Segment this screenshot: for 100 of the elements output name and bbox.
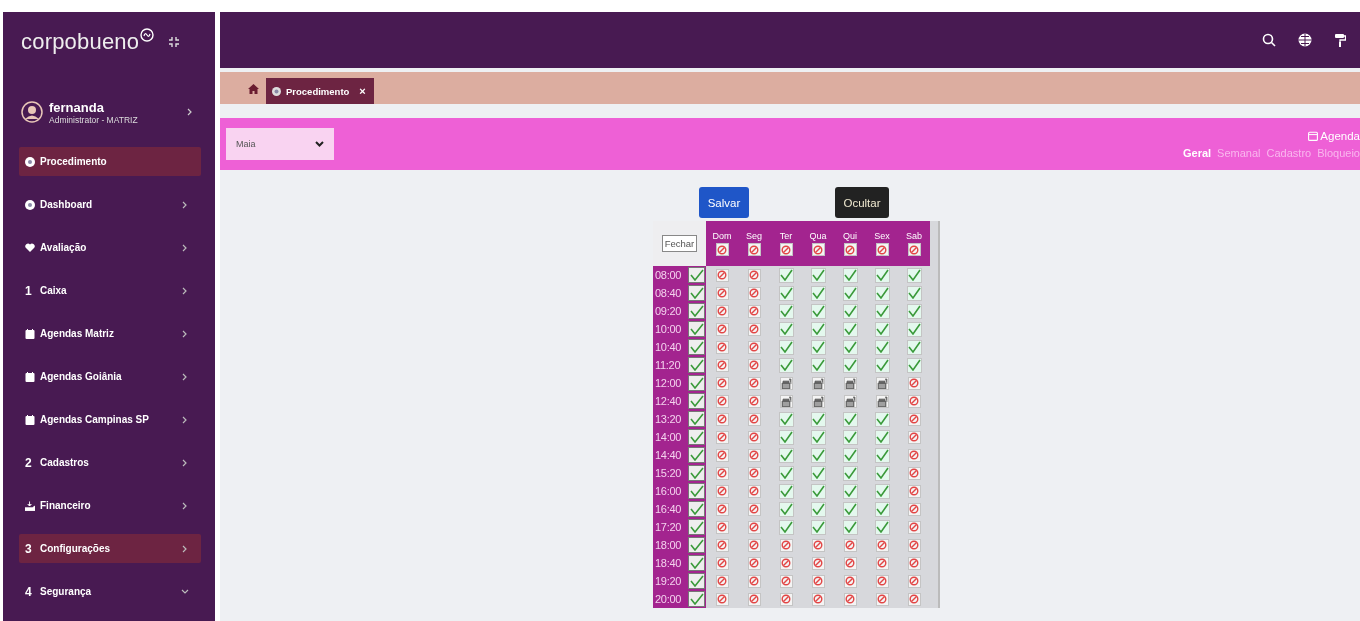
check-icon[interactable] (778, 339, 794, 355)
blocked-icon[interactable] (715, 430, 729, 444)
blocked-icon[interactable] (907, 430, 921, 444)
blocked-icon[interactable] (747, 520, 761, 534)
sidebar-item[interactable]: 1 Caixa (19, 276, 201, 305)
check-icon[interactable] (842, 465, 858, 481)
check-icon[interactable] (874, 465, 890, 481)
row-checkbox[interactable] (688, 447, 705, 463)
blocked-icon[interactable] (907, 592, 921, 606)
blocked-icon[interactable] (747, 502, 761, 516)
check-icon[interactable] (778, 303, 794, 319)
check-icon[interactable] (906, 339, 922, 355)
check-icon[interactable] (842, 411, 858, 427)
sidebar-item[interactable]: 2 Cadastros (19, 448, 201, 477)
check-icon[interactable] (778, 501, 794, 517)
row-checkbox[interactable] (688, 519, 705, 535)
globe-icon[interactable] (1298, 33, 1312, 47)
row-checkbox[interactable] (688, 357, 705, 373)
blocked-icon[interactable] (747, 243, 761, 256)
check-icon[interactable] (778, 447, 794, 463)
paint-roller-icon[interactable] (1334, 32, 1346, 48)
check-icon[interactable] (810, 447, 826, 463)
sidebar-item[interactable]: 4 Segurança (19, 577, 201, 606)
blocked-icon[interactable] (875, 243, 889, 256)
blocked-icon[interactable] (779, 556, 793, 570)
blocked-icon[interactable] (907, 574, 921, 588)
check-icon[interactable] (842, 357, 858, 373)
blocked-icon[interactable] (779, 574, 793, 588)
blocked-icon[interactable] (715, 340, 729, 354)
building-icon[interactable] (779, 376, 793, 390)
check-icon[interactable] (810, 303, 826, 319)
professional-select[interactable]: Maia (226, 128, 334, 160)
blocked-icon[interactable] (715, 394, 729, 408)
blocked-icon[interactable] (779, 592, 793, 606)
home-icon[interactable] (248, 84, 259, 94)
row-checkbox[interactable] (688, 591, 705, 607)
building-icon[interactable] (875, 376, 889, 390)
sidebar-item[interactable]: Procedimento (19, 147, 201, 176)
check-icon[interactable] (842, 339, 858, 355)
blocked-icon[interactable] (747, 286, 761, 300)
check-icon[interactable] (778, 357, 794, 373)
blocked-icon[interactable] (875, 592, 889, 606)
blocked-icon[interactable] (747, 268, 761, 282)
blocked-icon[interactable] (715, 520, 729, 534)
blocked-icon[interactable] (811, 592, 825, 606)
check-icon[interactable] (874, 429, 890, 445)
check-icon[interactable] (874, 519, 890, 535)
blocked-icon[interactable] (747, 340, 761, 354)
sidebar-item[interactable]: 3 Configurações (19, 534, 201, 563)
check-icon[interactable] (906, 267, 922, 283)
check-icon[interactable] (842, 519, 858, 535)
blocked-icon[interactable] (907, 376, 921, 390)
sidebar-item[interactable]: Agendas Goiânia (19, 362, 201, 391)
blocked-icon[interactable] (747, 574, 761, 588)
blocked-icon[interactable] (715, 376, 729, 390)
check-icon[interactable] (842, 267, 858, 283)
check-icon[interactable] (842, 303, 858, 319)
check-icon[interactable] (842, 429, 858, 445)
row-checkbox[interactable] (688, 483, 705, 499)
check-icon[interactable] (842, 285, 858, 301)
row-checkbox[interactable] (688, 393, 705, 409)
user-menu[interactable]: fernanda Administrator - MATRIZ (21, 80, 201, 144)
blocked-icon[interactable] (843, 592, 857, 606)
collapse-icon[interactable] (168, 36, 181, 48)
building-icon[interactable] (843, 394, 857, 408)
check-icon[interactable] (810, 483, 826, 499)
blocked-icon[interactable] (875, 574, 889, 588)
building-icon[interactable] (843, 376, 857, 390)
blocked-icon[interactable] (747, 304, 761, 318)
blocked-icon[interactable] (907, 448, 921, 462)
check-icon[interactable] (810, 321, 826, 337)
check-icon[interactable] (778, 321, 794, 337)
blocked-icon[interactable] (715, 448, 729, 462)
blocked-icon[interactable] (843, 556, 857, 570)
check-icon[interactable] (842, 501, 858, 517)
sidebar-item[interactable]: Financeiro (19, 491, 201, 520)
blocked-icon[interactable] (779, 243, 793, 256)
check-icon[interactable] (874, 501, 890, 517)
blocked-icon[interactable] (875, 556, 889, 570)
blocked-icon[interactable] (715, 243, 729, 256)
check-icon[interactable] (810, 267, 826, 283)
blocked-icon[interactable] (715, 412, 729, 426)
blocked-icon[interactable] (715, 502, 729, 516)
tab[interactable]: Procedimento × (266, 78, 374, 104)
blocked-icon[interactable] (907, 484, 921, 498)
blocked-icon[interactable] (907, 412, 921, 426)
sidebar-item[interactable]: Dashboard (19, 190, 201, 219)
check-icon[interactable] (810, 465, 826, 481)
blocked-icon[interactable] (843, 243, 857, 256)
row-checkbox[interactable] (688, 429, 705, 445)
blocked-icon[interactable] (747, 376, 761, 390)
blocked-icon[interactable] (875, 538, 889, 552)
sidebar-item[interactable]: Agendas Campinas SP (19, 405, 201, 434)
check-icon[interactable] (778, 483, 794, 499)
check-icon[interactable] (906, 303, 922, 319)
blocked-icon[interactable] (715, 574, 729, 588)
check-icon[interactable] (810, 411, 826, 427)
blocked-icon[interactable] (811, 538, 825, 552)
row-checkbox[interactable] (688, 303, 705, 319)
blocked-icon[interactable] (843, 538, 857, 552)
